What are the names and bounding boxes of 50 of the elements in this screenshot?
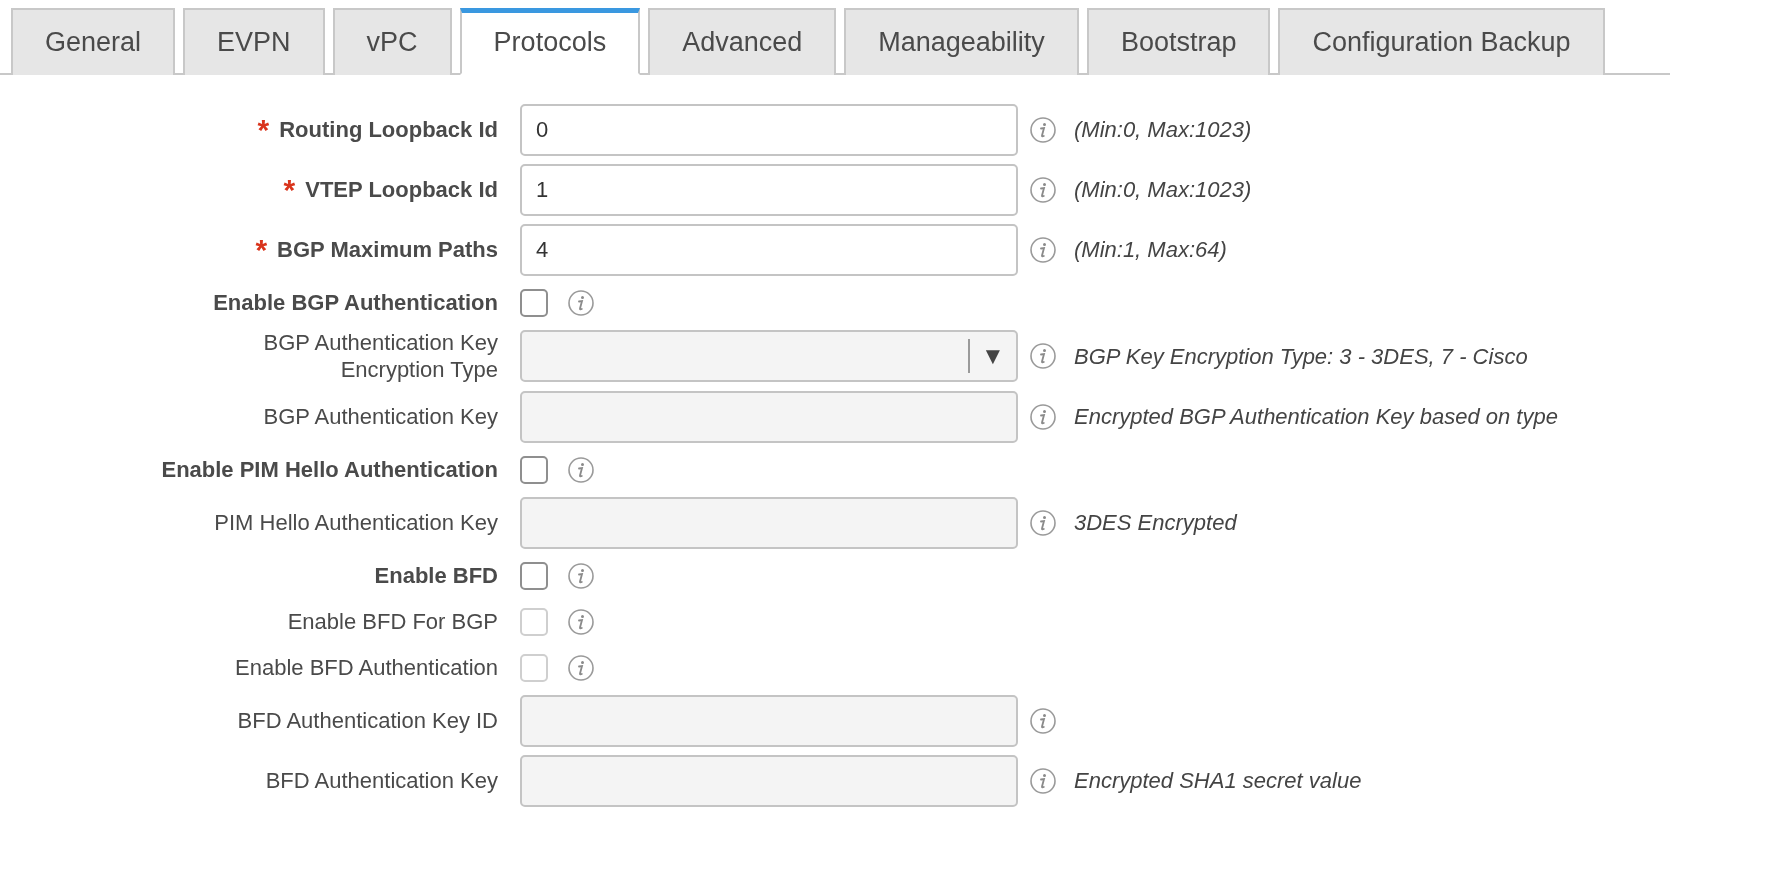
required-asterisk: * bbox=[255, 234, 268, 265]
required-asterisk: * bbox=[257, 114, 270, 145]
info-icon[interactable] bbox=[568, 562, 594, 589]
help-text: (Min:1, Max:64) bbox=[1074, 236, 1227, 264]
tab[interactable]: vPC bbox=[332, 8, 452, 75]
info-icon[interactable] bbox=[1030, 343, 1056, 369]
info-icon[interactable] bbox=[568, 654, 594, 681]
help-text: 3DES Encrypted bbox=[1074, 509, 1237, 537]
field-label: BFD Authentication Key ID bbox=[237, 706, 498, 735]
tab[interactable]: Bootstrap bbox=[1086, 8, 1271, 75]
field-label: VTEP Loopback Id bbox=[305, 175, 498, 204]
input-field[interactable]: 4 bbox=[520, 223, 1018, 276]
help-text: (Min:0, Max:1023) bbox=[1074, 116, 1252, 144]
info-icon[interactable] bbox=[1030, 236, 1056, 263]
checkbox[interactable] bbox=[520, 561, 548, 590]
tab[interactable]: EVPN bbox=[183, 8, 325, 75]
tab[interactable]: General bbox=[11, 8, 176, 75]
help-text: BGP Key Encryption Type: 3 - 3DES, 7 - Cisco bbox=[1074, 342, 1528, 371]
tab[interactable]: Configuration Backup bbox=[1278, 8, 1605, 75]
help-text: (Min:0, Max:1023) bbox=[1074, 176, 1252, 204]
field-label: BGP Maximum Paths bbox=[277, 235, 498, 264]
tab[interactable]: Protocols bbox=[459, 8, 641, 75]
input-field[interactable]: 1 bbox=[520, 163, 1018, 216]
info-icon[interactable] bbox=[1030, 509, 1056, 536]
checkbox[interactable] bbox=[520, 288, 548, 317]
info-icon[interactable] bbox=[1030, 176, 1056, 203]
checkbox[interactable] bbox=[520, 455, 548, 484]
field-label: Enable BFD bbox=[374, 561, 498, 590]
field-label: Enable BFD For BGP bbox=[287, 607, 498, 636]
tab[interactable]: Manageability bbox=[844, 8, 1079, 75]
info-icon[interactable] bbox=[1030, 767, 1056, 794]
info-icon[interactable] bbox=[568, 608, 594, 635]
field-label: BGP Authentication Key bbox=[263, 402, 498, 431]
info-icon[interactable] bbox=[568, 456, 594, 483]
help-text: Encrypted BGP Authentication Key based on type bbox=[1074, 403, 1558, 431]
field-label: Routing Loopback Id bbox=[279, 115, 498, 144]
required-asterisk: * bbox=[283, 174, 296, 205]
info-icon[interactable] bbox=[1030, 707, 1056, 734]
tab[interactable]: Advanced bbox=[648, 8, 837, 75]
field-label: Enable PIM Hello Authentication bbox=[161, 455, 498, 484]
field-label: BFD Authentication Key bbox=[265, 766, 498, 795]
field-label: BGP Authentication Key Encryption Type bbox=[263, 328, 498, 384]
info-icon[interactable] bbox=[568, 289, 594, 316]
field-label: PIM Hello Authentication Key bbox=[214, 508, 498, 537]
info-icon[interactable] bbox=[1030, 116, 1056, 143]
help-text: Encrypted SHA1 secret value bbox=[1074, 767, 1362, 795]
info-icon[interactable] bbox=[1030, 403, 1056, 430]
field-label: Enable BGP Authentication bbox=[213, 288, 498, 317]
field-label: Enable BFD Authentication bbox=[235, 653, 498, 682]
input-field[interactable]: 0 bbox=[520, 103, 1018, 156]
